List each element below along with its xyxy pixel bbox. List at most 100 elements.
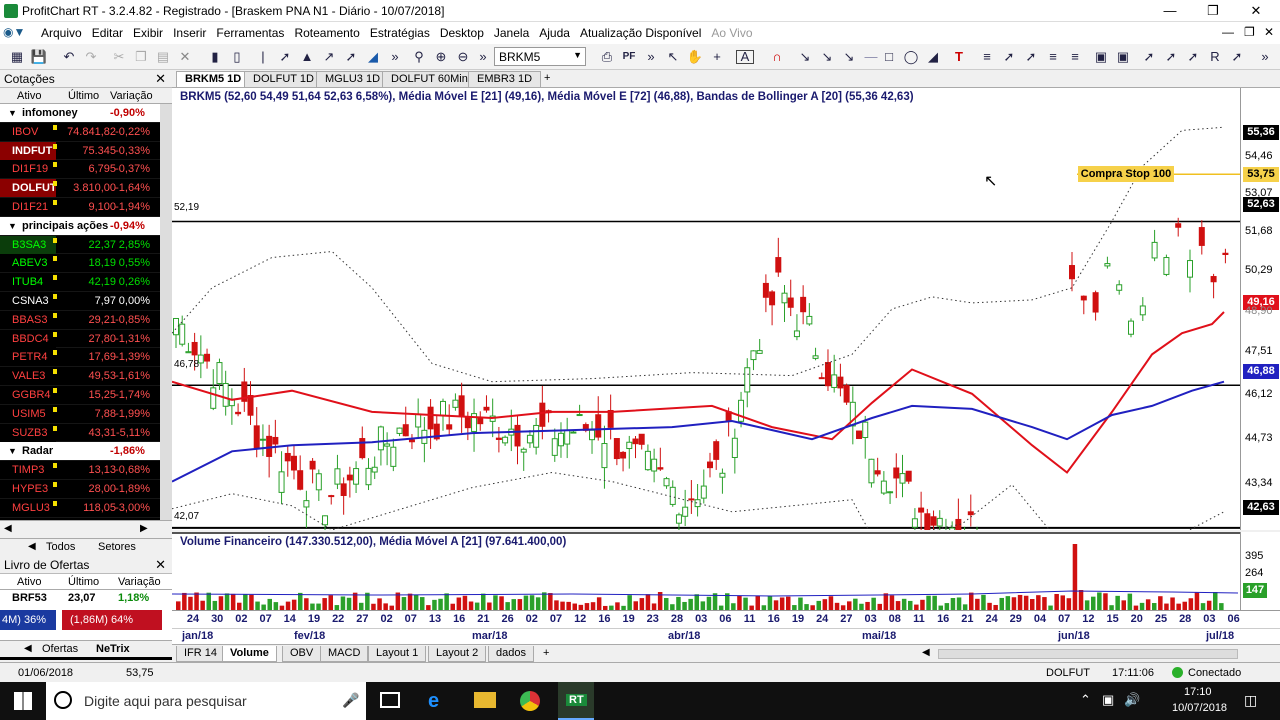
quote-group-row[interactable]: ▼ Radar -1,86%: [0, 442, 172, 462]
minimize-button[interactable]: —: [1160, 3, 1180, 18]
quote-row[interactable]: ITUB4 42,19 0,26%: [0, 273, 172, 292]
line2-icon[interactable]: ↘: [818, 48, 836, 66]
draw-line-icon[interactable]: ➚: [342, 48, 360, 66]
crosshair-icon[interactable]: +: [708, 48, 726, 66]
gann-icon[interactable]: ▣: [1092, 48, 1110, 66]
menu-item-4[interactable]: Ferramentas: [211, 22, 289, 40]
quote-group-row[interactable]: ▼ principais ações -0,94%: [0, 216, 172, 236]
hscroll-thumb[interactable]: [938, 649, 1238, 659]
quote-row[interactable]: BBAS3 29,21 -0,85%: [0, 310, 172, 330]
tab-setores[interactable]: Setores: [98, 541, 136, 553]
stop-order-label[interactable]: Compra Stop 100: [1078, 166, 1174, 182]
fibo-icon[interactable]: ≡: [978, 48, 996, 66]
volume-icon[interactable]: 🔊: [1124, 692, 1140, 708]
chart-tab-1[interactable]: DOLFUT 1D: [244, 71, 323, 87]
symbol-combo[interactable]: BRKM5 ▼: [494, 47, 586, 66]
chart-tab-0[interactable]: BRKM5 1D: [176, 71, 251, 87]
cut-icon[interactable]: ✂: [110, 48, 128, 66]
trend-line-icon[interactable]: ↗: [320, 48, 338, 66]
quote-row[interactable]: VALE3 49,53 -1,61%: [0, 367, 172, 386]
explorer-icon[interactable]: [474, 692, 496, 708]
quotes-vscrollbar[interactable]: [160, 104, 172, 520]
edge-icon[interactable]: e: [428, 690, 439, 713]
book-tab-prev-icon[interactable]: ◀: [24, 643, 32, 654]
quote-row[interactable]: SUZB3 43,31 -5,11%: [0, 423, 172, 443]
collapse-icon[interactable]: ▼: [8, 217, 17, 235]
tab-layout2[interactable]: Layout 2: [428, 646, 487, 662]
price-axis[interactable]: 55,36 54,46 53,75 53,07 52,63 51,68 50,2…: [1240, 88, 1280, 530]
book-col-variacao[interactable]: Variação: [118, 576, 161, 588]
tab-macd[interactable]: MACD: [320, 646, 369, 662]
gann2-icon[interactable]: ▣: [1114, 48, 1132, 66]
book-row[interactable]: BRF53 23,07 1,18%: [0, 590, 172, 608]
price-chart[interactable]: [171, 88, 1240, 570]
quote-row[interactable]: BBDC4 27,80 -1,31%: [0, 329, 172, 349]
candle-icon[interactable]: ▮: [206, 48, 224, 66]
redo-icon[interactable]: ↷: [82, 48, 100, 66]
chart-tab-4[interactable]: EMBR3 1D: [468, 71, 542, 87]
pen-icon[interactable]: ➚: [1228, 48, 1246, 66]
mdi-restore-button[interactable]: ❐: [1244, 25, 1255, 39]
expand4-icon[interactable]: »: [1256, 48, 1274, 66]
hline-icon[interactable]: —: [862, 48, 880, 66]
undo-icon[interactable]: ↶: [60, 48, 78, 66]
tray-up-icon[interactable]: ⌃: [1080, 692, 1091, 708]
taskbar-search[interactable]: Digite aqui para pesquisar 🎤: [46, 682, 366, 720]
tab-layout1[interactable]: Layout 1: [368, 646, 427, 662]
area-icon[interactable]: ◢: [364, 48, 382, 66]
quotes-scrollbar[interactable]: ◀ ▶: [0, 520, 172, 538]
new-icon[interactable]: ▦: [8, 48, 26, 66]
tab-dados[interactable]: dados: [488, 646, 534, 662]
line3-icon[interactable]: ↘: [840, 48, 858, 66]
network-icon[interactable]: ▣: [1102, 692, 1114, 708]
save-icon[interactable]: 💾: [30, 48, 48, 66]
windows-start-icon[interactable]: [14, 692, 32, 710]
cursor-icon[interactable]: ↖: [664, 48, 682, 66]
hand-icon[interactable]: ✋: [686, 48, 704, 66]
task-view-icon[interactable]: [380, 692, 400, 708]
chart-tab-3[interactable]: DOLFUT 60Min: [382, 71, 477, 87]
mdi-close-button[interactable]: ✕: [1264, 25, 1274, 39]
fan4-icon[interactable]: ➚: [1162, 48, 1180, 66]
quote-row[interactable]: CSNA3 7,97 0,00%: [0, 291, 172, 311]
copy-icon[interactable]: ❐: [132, 48, 150, 66]
channel-icon[interactable]: ≡: [1066, 48, 1084, 66]
quote-row[interactable]: DI1F19 6,795 -0,37%: [0, 160, 172, 180]
add-indicator-tab-button[interactable]: +: [536, 646, 556, 662]
chrome-icon[interactable]: [520, 691, 540, 711]
fibo2-icon[interactable]: ≡: [1044, 48, 1062, 66]
app-menu-icon[interactable]: ◉▼: [3, 25, 33, 41]
tab-ifr[interactable]: IFR 14: [176, 646, 226, 662]
ellipse-icon[interactable]: ◯: [902, 48, 920, 66]
trend-icon[interactable]: ➚: [276, 48, 294, 66]
col-variacao[interactable]: Variação: [110, 90, 153, 102]
r-icon[interactable]: R: [1206, 48, 1224, 66]
close-button[interactable]: ✕: [1246, 3, 1266, 19]
menu-item-5[interactable]: Roteamento: [289, 22, 364, 40]
menu-item-6[interactable]: Estratégias: [365, 22, 435, 40]
mountain-icon[interactable]: ▲: [298, 48, 316, 66]
rect-icon[interactable]: □: [880, 48, 898, 66]
fan-icon[interactable]: ➚: [1000, 48, 1018, 66]
quote-row[interactable]: IBOV 74.841,82 -0,22%: [0, 122, 172, 142]
zoom-area-icon[interactable]: ⚲: [410, 48, 428, 66]
menu-item-8[interactable]: Janela: [489, 22, 534, 40]
menu-item-9[interactable]: Ajuda: [534, 22, 575, 40]
scroll-right-icon[interactable]: ▶: [140, 523, 148, 534]
collapse-icon[interactable]: ▼: [8, 104, 17, 122]
chart-tab-2[interactable]: MGLU3 1D: [316, 71, 390, 87]
maximize-button[interactable]: ❐: [1203, 3, 1223, 19]
quote-group-row[interactable]: ▼ infomoney -0,90%: [0, 104, 172, 123]
book-col-ativo[interactable]: Ativo: [17, 576, 41, 588]
mic-icon[interactable]: 🎤: [342, 692, 359, 709]
tab-prev-icon[interactable]: ◀: [28, 541, 36, 552]
mdi-min-button[interactable]: —: [1222, 25, 1234, 39]
text-box-icon[interactable]: A: [736, 50, 754, 64]
paste-icon[interactable]: ▤: [154, 48, 172, 66]
print-icon[interactable]: ⎙: [598, 48, 616, 66]
quote-row[interactable]: MGLU3 118,05 -3,00%: [0, 498, 172, 518]
tab-todos[interactable]: Todos: [46, 541, 75, 553]
scroll-left-icon[interactable]: ◀: [4, 523, 12, 534]
quote-row[interactable]: TIMP3 13,13 -0,68%: [0, 461, 172, 480]
quote-row[interactable]: ABEV3 18,19 0,55%: [0, 254, 172, 274]
